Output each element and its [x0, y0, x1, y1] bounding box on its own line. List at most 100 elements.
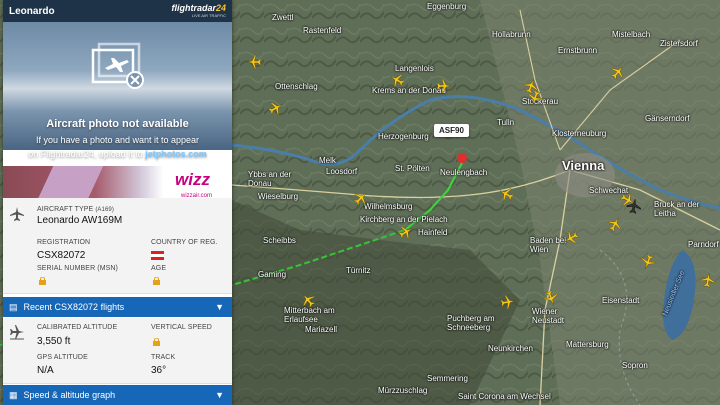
aircraft-icon[interactable] [563, 230, 579, 246]
place-label: Neunkirchen [488, 344, 533, 353]
aircraft-info-section: AIRCRAFT TYPE (A169) Leonardo AW169M REG… [3, 198, 232, 294]
recent-flights-label: ▤ Recent CSX82072 flights [9, 302, 124, 313]
place-label: Scheibbs [263, 236, 296, 245]
aircraft-icon[interactable] [398, 224, 414, 240]
lock-icon [39, 277, 46, 285]
austria-flag-icon [151, 251, 164, 260]
aircraft-icon[interactable] [246, 54, 262, 70]
aircraft-photo-placeholder: Aircraft photo not available If you have… [3, 22, 232, 159]
place-label: Ernstbrunn [558, 46, 598, 55]
aircraft-icon[interactable] [543, 290, 559, 306]
gps-altitude-label: GPS ALTITUDE [37, 354, 88, 361]
place-label: Hollabrunn [492, 30, 531, 39]
place-label: Puchberg am Schneeberg [447, 314, 495, 332]
aircraft-icon[interactable] [500, 294, 516, 310]
speed-graph-label: ▦ Speed & altitude graph [9, 390, 115, 401]
serial-label: SERIAL NUMBER (MSN) [37, 265, 118, 272]
recent-flights-toggle[interactable]: ▤ Recent CSX82072 flights ▼ [3, 297, 232, 317]
no-photo-icon [91, 42, 144, 89]
track-value: 36° [151, 365, 167, 376]
place-label: Sopron [622, 361, 648, 370]
aircraft-icon[interactable] [389, 72, 405, 88]
place-label: Mariazell [305, 325, 338, 334]
aircraft-type-label-text: AIRCRAFT TYPE [37, 206, 94, 213]
aircraft-type-code: (A169) [95, 207, 114, 213]
aircraft-detail-panel: Leonardo flightradar24 LIVE AIR TRAFFIC … [3, 0, 232, 405]
graph-icon: ▦ [9, 389, 18, 400]
altitude-info-section: CALIBRATED ALTITUDE 3,550 ft VERTICAL SP… [3, 318, 232, 384]
place-label: Neulengbach [440, 168, 488, 177]
place-label: Bruck an der Leitha [654, 200, 700, 218]
place-label: Tulln [497, 118, 515, 127]
place-label: Türnitz [346, 266, 371, 275]
aircraft-icon[interactable] [607, 216, 623, 232]
place-label: Klosterneuburg [552, 129, 607, 138]
jetphotos-link[interactable]: jetphotos.com [145, 149, 207, 159]
calibrated-altitude-label: CALIBRATED ALTITUDE [37, 324, 118, 331]
aircraft-icon[interactable] [353, 190, 369, 206]
callsign-label[interactable]: ASF90 [434, 124, 469, 137]
aircraft-icon[interactable] [300, 292, 316, 308]
place-label: Zwettl [272, 13, 294, 22]
place-label: Gaming [258, 270, 287, 279]
place-label: Krems an der Donau [372, 86, 446, 95]
place-label: Wieselburg [258, 192, 299, 201]
chevron-down-icon: ▼ [215, 302, 224, 312]
aircraft-icon[interactable] [527, 90, 543, 106]
place-label: Ottenschlag [275, 82, 318, 91]
photo-unavailable-title: Aircraft photo not available [46, 118, 189, 130]
briefcase-icon: ▤ [9, 301, 18, 312]
place-label: Herzogenburg [378, 132, 429, 141]
photo-upload-hint-2: on Flightradar24, upload it to jetphotos… [3, 149, 232, 159]
aircraft-icon[interactable] [268, 100, 284, 116]
place-label: Parndorf [688, 240, 719, 249]
aircraft-icon[interactable] [610, 64, 626, 80]
place-label: Saint Corona am Wechsel [458, 392, 551, 401]
chevron-down-icon: ▼ [215, 390, 224, 400]
aircraft-icon[interactable] [498, 186, 514, 202]
place-label: Ybbs an der Donau [248, 170, 292, 188]
photo-upload-hint: If you have a photo and want it to appea… [35, 135, 200, 145]
aircraft-type-label: AIRCRAFT TYPE (A169) [37, 206, 114, 213]
place-label: Mitterbach am Erlaufsee [284, 306, 335, 324]
city-label-vienna: Vienna [562, 158, 605, 173]
speed-altitude-graph-toggle[interactable]: ▦ Speed & altitude graph ▼ [3, 385, 232, 405]
place-label: Mürzzuschlag [378, 386, 428, 395]
place-label: Melk [319, 156, 336, 165]
place-label: Mistelbach [612, 30, 651, 39]
photo-upload-text: on Flightradar24, upload it to [28, 149, 146, 159]
gps-altitude-value: N/A [37, 365, 54, 376]
place-label: Wiener Neustadt [532, 307, 565, 325]
airplane-icon [10, 207, 24, 221]
aircraft-icon[interactable] [640, 254, 656, 270]
place-label: Eggenburg [427, 2, 467, 11]
place-label: Wilhelmsburg [364, 202, 413, 211]
ad-brand: wizz [175, 170, 210, 189]
place-label: Semmering [427, 374, 468, 383]
vertical-speed-label: VERTICAL SPEED [151, 324, 212, 331]
place-label: Hainfeld [418, 228, 448, 237]
aircraft-icon[interactable] [700, 272, 716, 288]
panel-header: Leonardo flightradar24 LIVE AIR TRAFFIC [3, 0, 232, 22]
registration-value: CSX82072 [37, 250, 86, 261]
registration-label: REGISTRATION [37, 239, 91, 246]
aircraft-type-value: Leonardo AW169M [37, 215, 123, 226]
recent-flights-text: Recent CSX82072 flights [23, 302, 125, 312]
aircraft-icon[interactable] [626, 198, 642, 214]
place-label: Eisenstadt [602, 296, 640, 305]
fr24-logo[interactable]: flightradar24 LIVE AIR TRAFFIC [171, 3, 226, 20]
aircraft-icon[interactable] [436, 78, 452, 94]
brand-subtitle: LIVE AIR TRAFFIC [191, 12, 226, 18]
selected-aircraft-icon[interactable] [457, 153, 467, 163]
speed-graph-text: Speed & altitude graph [23, 390, 116, 400]
place-label: St. Pölten [395, 164, 430, 173]
lock-icon [153, 277, 160, 285]
lock-icon [153, 338, 160, 346]
aircraft-name: Leonardo [9, 5, 55, 17]
track-label: TRACK [151, 354, 176, 361]
place-label: Gänserndorf [645, 114, 690, 123]
place-label: Kirchberg an der Pielach [360, 215, 448, 224]
place-label: Zistersdorf [660, 39, 698, 48]
country-label: COUNTRY OF REG. [151, 239, 218, 246]
place-label: Loosdorf [326, 167, 358, 176]
